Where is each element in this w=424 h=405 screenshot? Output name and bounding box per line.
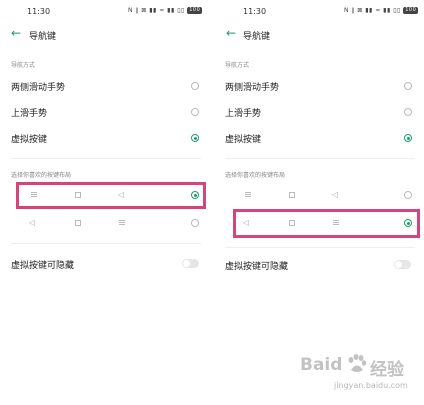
back-icon: ◁ bbox=[332, 190, 339, 199]
option-label: 上滑手势 bbox=[11, 109, 48, 119]
option-row-two-side-gesture[interactable]: 两侧滑动手势 bbox=[212, 75, 424, 97]
option-row-two-side-gesture[interactable]: 两侧滑动手势 bbox=[0, 75, 212, 97]
back-icon: ◁ bbox=[243, 218, 250, 227]
battery-icon: 100 bbox=[187, 7, 203, 14]
home-icon bbox=[75, 192, 81, 198]
option-row-swipe-up-gesture[interactable]: 上滑手势 bbox=[0, 101, 212, 123]
layout-row-back-home-menu[interactable]: ◁ bbox=[20, 213, 203, 233]
option-label: 上滑手势 bbox=[225, 109, 262, 119]
status-time: 11:30 bbox=[243, 7, 267, 16]
phone-screen-left: 11:30 N ∥ ⊠ ▮▮ ≈ ▮▮ ▯▯ 100 ← 导航键 导航方式 两侧… bbox=[0, 0, 212, 405]
hide-keys-toggle[interactable] bbox=[182, 259, 199, 268]
status-icons: N ∥ ⊠ ▮▮ ≈ ▮▮ ▯▯ 100 bbox=[344, 7, 419, 14]
home-icon bbox=[289, 192, 295, 198]
option-label: 两侧滑动手势 bbox=[225, 83, 280, 93]
hide-keys-label: 虚拟按键可隐藏 bbox=[11, 261, 75, 271]
layout-row-menu-home-back[interactable]: ◁ bbox=[20, 185, 203, 205]
back-arrow-icon[interactable]: ← bbox=[226, 27, 236, 39]
menu-icon bbox=[31, 192, 37, 197]
watermark-brand-suffix: 经验 bbox=[370, 360, 404, 380]
radio-layout-2[interactable] bbox=[191, 219, 199, 227]
home-icon bbox=[289, 220, 295, 226]
radio-swipe-up-gesture[interactable] bbox=[191, 108, 199, 116]
radio-virtual-keys[interactable] bbox=[191, 134, 199, 142]
layout-row-menu-home-back[interactable]: ◁ bbox=[234, 185, 417, 205]
baidu-jingyan-watermark: Baid 经验 jingyan.baidu.com bbox=[300, 345, 418, 400]
option-label: 虚拟按键 bbox=[11, 135, 48, 145]
radio-two-side-gesture[interactable] bbox=[404, 82, 412, 90]
back-icon: ◁ bbox=[118, 190, 125, 199]
hide-keys-toggle[interactable] bbox=[394, 260, 411, 269]
page-title: 导航键 bbox=[243, 32, 271, 42]
watermark-url: jingyan.baidu.com bbox=[334, 381, 408, 390]
status-icons: N ∥ ⊠ ▮▮ ≈ ▮▮ ▯▯ 100 bbox=[128, 7, 203, 14]
radio-layout-1[interactable] bbox=[404, 191, 412, 199]
option-label: 虚拟按键 bbox=[225, 135, 262, 145]
option-row-virtual-keys[interactable]: 虚拟按键 bbox=[0, 127, 212, 149]
section-label-button-layout: 选择你喜欢的按键布局 bbox=[225, 172, 286, 179]
divider bbox=[225, 247, 415, 248]
option-row-swipe-up-gesture[interactable]: 上滑手势 bbox=[212, 101, 424, 123]
watermark-brand: Baid bbox=[300, 355, 343, 375]
status-time: 11:30 bbox=[27, 7, 51, 16]
page-title: 导航键 bbox=[29, 32, 57, 42]
hide-keys-label: 虚拟按键可隐藏 bbox=[225, 262, 289, 272]
hide-keys-row[interactable]: 虚拟按键可隐藏 bbox=[212, 255, 424, 275]
layout-row-back-home-menu[interactable]: ◁ bbox=[237, 213, 417, 233]
divider bbox=[225, 158, 415, 159]
menu-icon bbox=[245, 192, 251, 197]
back-arrow-icon[interactable]: ← bbox=[11, 27, 21, 39]
home-icon bbox=[75, 220, 81, 226]
option-label: 两侧滑动手势 bbox=[11, 83, 66, 93]
section-label-navigation-mode: 导航方式 bbox=[11, 62, 36, 69]
back-icon: ◁ bbox=[29, 218, 36, 227]
menu-icon bbox=[333, 220, 339, 225]
radio-two-side-gesture[interactable] bbox=[191, 82, 199, 90]
divider bbox=[11, 243, 201, 244]
option-row-virtual-keys[interactable]: 虚拟按键 bbox=[212, 127, 424, 149]
menu-icon bbox=[119, 220, 125, 225]
radio-swipe-up-gesture[interactable] bbox=[404, 108, 412, 116]
battery-icon: 100 bbox=[403, 7, 419, 14]
radio-layout-1[interactable] bbox=[191, 191, 199, 199]
section-label-navigation-mode: 导航方式 bbox=[225, 62, 250, 69]
section-label-button-layout: 选择你喜欢的按键布局 bbox=[11, 172, 72, 179]
hide-keys-row[interactable]: 虚拟按键可隐藏 bbox=[0, 254, 212, 274]
radio-virtual-keys[interactable] bbox=[404, 134, 412, 142]
divider bbox=[11, 158, 201, 159]
paw-icon bbox=[348, 354, 367, 372]
radio-layout-2[interactable] bbox=[404, 219, 412, 227]
